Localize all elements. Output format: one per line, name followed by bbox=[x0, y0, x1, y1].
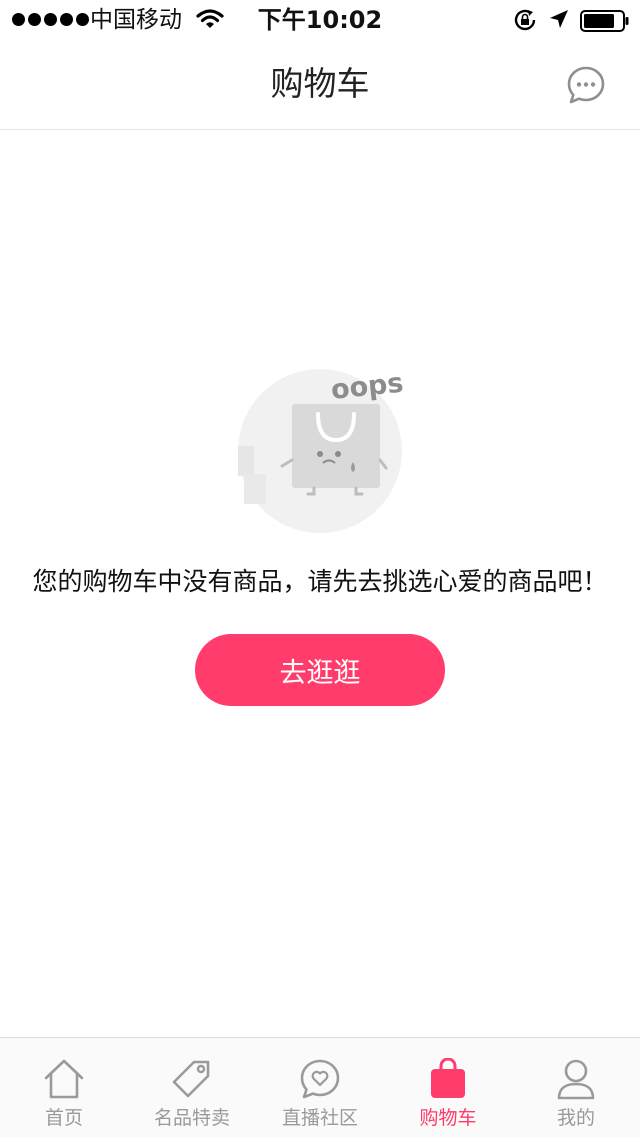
tag-icon bbox=[172, 1060, 210, 1098]
go-shopping-button[interactable]: 去逛逛 bbox=[195, 634, 445, 706]
rotation-lock-icon bbox=[514, 9, 536, 31]
tab-label: 名品特卖 bbox=[153, 1107, 230, 1129]
tab-bar: 首页 名品特卖 直播社区 购物车 我的 bbox=[0, 1037, 640, 1137]
heart-chat-icon bbox=[300, 1059, 340, 1099]
shopping-bag-icon bbox=[431, 1058, 465, 1098]
tab-brand-sale[interactable]: 名品特卖 bbox=[128, 1038, 256, 1137]
user-icon bbox=[557, 1059, 595, 1100]
status-time: 下午10:02 bbox=[257, 6, 383, 34]
tab-live-community[interactable]: 直播社区 bbox=[256, 1038, 384, 1137]
status-bar: 中国移动 下午10:02 bbox=[0, 0, 640, 40]
tab-home[interactable]: 首页 bbox=[0, 1038, 128, 1137]
tab-shopping-cart[interactable]: 购物车 bbox=[384, 1038, 512, 1137]
tab-label: 首页 bbox=[44, 1107, 83, 1129]
tab-label: 购物车 bbox=[419, 1107, 477, 1129]
empty-cart-illustration: oops bbox=[238, 368, 405, 533]
battery-icon bbox=[580, 10, 629, 32]
tab-profile[interactable]: 我的 bbox=[512, 1038, 640, 1137]
empty-cart-message: 您的购物车中没有商品，请先去挑选心爱的商品吧！ bbox=[32, 567, 608, 596]
home-icon bbox=[44, 1059, 84, 1099]
tab-label: 直播社区 bbox=[281, 1107, 358, 1129]
message-icon[interactable] bbox=[566, 65, 606, 105]
navigation-bar: 购物车 bbox=[0, 40, 640, 130]
page-title: 购物车 bbox=[270, 64, 370, 103]
tab-label: 我的 bbox=[556, 1107, 595, 1129]
oops-text: oops bbox=[329, 368, 404, 406]
location-arrow-icon bbox=[550, 10, 568, 28]
